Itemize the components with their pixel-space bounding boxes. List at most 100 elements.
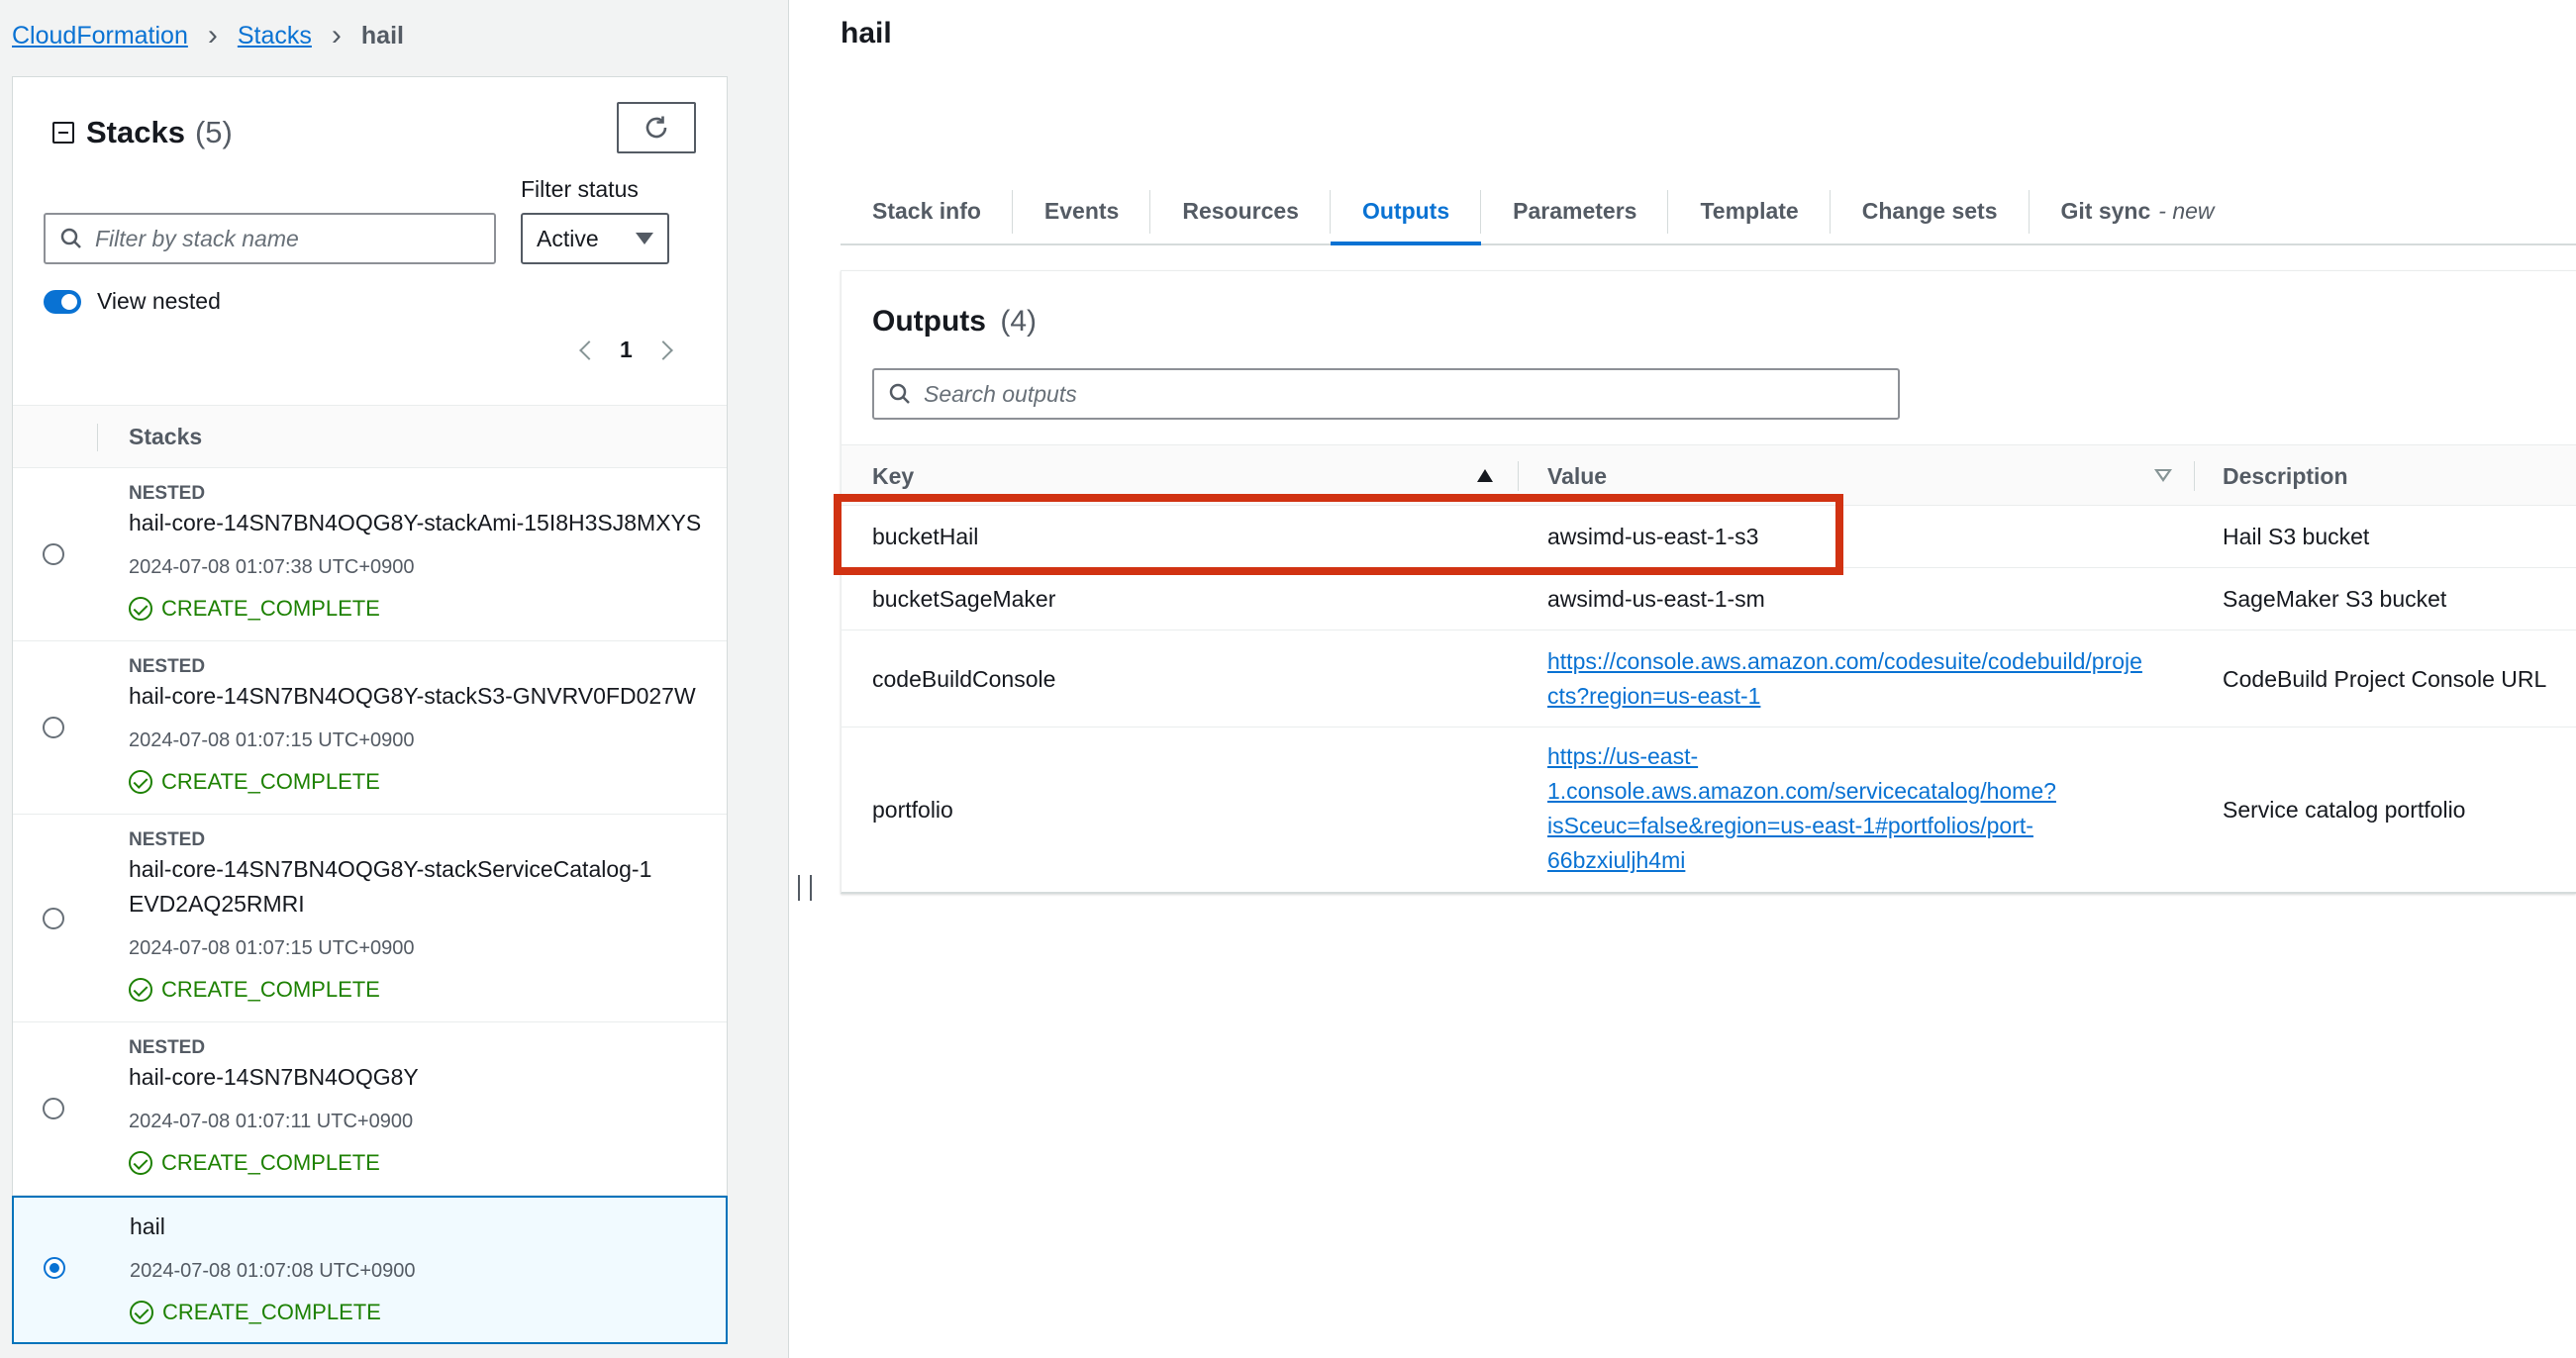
- stack-status: CREATE_COMPLETE: [129, 769, 707, 795]
- column-divider[interactable]: [2194, 461, 2195, 491]
- outputs-search-placeholder: Search outputs: [924, 380, 1077, 407]
- tab-label: Parameters: [1513, 197, 1637, 224]
- collapse-icon[interactable]: [52, 122, 74, 144]
- nested-tag: NESTED: [129, 1037, 206, 1058]
- column-divider[interactable]: [1518, 461, 1519, 491]
- search-icon: [889, 383, 910, 404]
- check-circle-icon: [129, 770, 152, 794]
- stacks-sidebar: CloudFormation › Stacks › hail Stacks (5…: [0, 0, 789, 1358]
- output-link-line[interactable]: isSceuc=false&region=us-east-1#portfolio…: [1547, 809, 2166, 843]
- nested-tag: NESTED: [129, 829, 206, 850]
- stack-name[interactable]: hail-core-14SN7BN4OQG8Y-stackS3-GNVRV0FD…: [129, 679, 707, 714]
- filter-status-select[interactable]: Active: [521, 213, 669, 264]
- stack-row[interactable]: NESTED hail-core-14SN7BN4OQG8Y-stackAmi-…: [13, 468, 727, 641]
- tab-stack-info[interactable]: Stack info: [841, 178, 1013, 243]
- stack-radio[interactable]: [43, 717, 64, 738]
- output-link-line[interactable]: cts?region=us-east-1: [1547, 679, 2166, 714]
- tab-events[interactable]: Events: [1013, 178, 1151, 243]
- stack-radio[interactable]: [43, 1098, 64, 1119]
- breadcrumb-cloudformation[interactable]: CloudFormation: [12, 22, 188, 50]
- output-link-line[interactable]: https://console.aws.amazon.com/codesuite…: [1547, 644, 2166, 679]
- tab-template[interactable]: Template: [1668, 178, 1832, 243]
- output-description: Service catalog portfolio: [2223, 797, 2466, 823]
- sort-descending-icon[interactable]: [2154, 469, 2172, 482]
- stack-status: CREATE_COMPLETE: [129, 977, 707, 1003]
- outputs-count: (4): [1000, 305, 1037, 338]
- page-number[interactable]: 1: [620, 337, 633, 363]
- check-circle-icon: [129, 1151, 152, 1175]
- resize-handle-icon[interactable]: [798, 875, 812, 901]
- stacks-column-header: Stacks: [129, 424, 203, 449]
- caret-down-icon: [636, 233, 653, 244]
- toggle-switch[interactable]: [44, 289, 81, 314]
- breadcrumb: CloudFormation › Stacks › hail: [12, 18, 404, 53]
- tab-parameters[interactable]: Parameters: [1481, 178, 1669, 243]
- output-value-link[interactable]: https://us-east- 1.console.aws.amazon.co…: [1547, 739, 2166, 878]
- stacks-table-header: Stacks: [13, 405, 727, 468]
- chevron-right-icon: ›: [207, 19, 218, 51]
- stack-created-date: 2024-07-08 01:07:08 UTC+0900: [130, 1260, 416, 1282]
- description-column-header[interactable]: Description: [2223, 463, 2348, 490]
- key-column-header[interactable]: Key: [872, 463, 914, 490]
- output-link-line[interactable]: 66bzxiuljh4mi: [1547, 843, 2166, 878]
- stack-status: CREATE_COMPLETE: [130, 1300, 706, 1325]
- stack-name[interactable]: hail-core-14SN7BN4OQG8Y: [129, 1060, 707, 1095]
- stack-radio[interactable]: [43, 908, 64, 929]
- stack-created-date: 2024-07-08 01:07:11 UTC+0900: [129, 1111, 414, 1132]
- stack-status-text: CREATE_COMPLETE: [161, 769, 380, 794]
- outputs-search-input[interactable]: Search outputs: [872, 368, 1900, 420]
- pagination: 1: [579, 337, 673, 363]
- stack-radio[interactable]: [43, 543, 64, 565]
- view-nested-toggle[interactable]: View nested: [44, 288, 221, 315]
- tab-label: Change sets: [1861, 197, 1998, 224]
- stack-row-selected[interactable]: hail 2024-07-08 01:07:08 UTC+0900 CREATE…: [12, 1196, 728, 1344]
- search-icon: [60, 228, 81, 248]
- tab-label: Events: [1043, 197, 1120, 224]
- stack-status-text: CREATE_COMPLETE: [162, 1300, 381, 1324]
- view-nested-label: View nested: [97, 288, 221, 314]
- nested-tag: NESTED: [129, 483, 206, 504]
- stack-row[interactable]: NESTED hail-core-14SN7BN4OQG8Y-stackServ…: [13, 815, 727, 1022]
- stack-name[interactable]: hail-core-14SN7BN4OQG8Y-stackAmi-15I8H3S…: [129, 506, 707, 540]
- output-key: portfolio: [872, 797, 953, 823]
- tab-change-sets[interactable]: Change sets: [1831, 178, 2030, 243]
- breadcrumb-stacks[interactable]: Stacks: [238, 22, 312, 50]
- stack-search-input[interactable]: Filter by stack name: [44, 213, 496, 264]
- stack-row[interactable]: NESTED hail-core-14SN7BN4OQG8Y 2024-07-0…: [13, 1022, 727, 1196]
- output-link-line[interactable]: https://us-east-: [1547, 739, 2166, 774]
- tab-outputs[interactable]: Outputs: [1330, 178, 1482, 245]
- chevron-right-icon: ›: [331, 19, 342, 51]
- tab-git-sync[interactable]: Git sync - new: [2030, 178, 2246, 243]
- stack-name[interactable]: hail: [130, 1210, 706, 1244]
- stack-status-text: CREATE_COMPLETE: [161, 977, 380, 1002]
- chevron-right-icon[interactable]: [652, 340, 673, 360]
- stack-radio-selected[interactable]: [44, 1257, 65, 1279]
- output-value-link[interactable]: https://console.aws.amazon.com/codesuite…: [1547, 644, 2166, 714]
- highlight-annotation-box: [834, 494, 1843, 575]
- output-key: codeBuildConsole: [872, 666, 1056, 692]
- stack-created-date: 2024-07-08 01:07:15 UTC+0900: [129, 729, 415, 751]
- tab-resources[interactable]: Resources: [1150, 178, 1331, 243]
- filter-status-label: Filter status: [521, 176, 639, 202]
- new-badge: - new: [2158, 197, 2215, 224]
- stack-created-date: 2024-07-08 01:07:38 UTC+0900: [129, 556, 415, 578]
- output-description: SageMaker S3 bucket: [2223, 586, 2447, 612]
- breadcrumb-current: hail: [360, 21, 404, 49]
- chevron-left-icon[interactable]: [579, 340, 599, 360]
- sort-ascending-icon[interactable]: [1477, 469, 1493, 482]
- stacks-count: (5): [194, 115, 233, 149]
- stack-status: CREATE_COMPLETE: [129, 596, 707, 622]
- tab-label: Resources: [1182, 197, 1299, 224]
- output-description: Hail S3 bucket: [2223, 524, 2370, 549]
- output-link-line[interactable]: 1.console.aws.amazon.com/servicecatalog/…: [1547, 774, 2166, 809]
- value-column-header[interactable]: Value: [1547, 463, 1607, 490]
- check-circle-icon: [129, 597, 152, 621]
- tab-label: Template: [1700, 197, 1799, 224]
- refresh-icon: [645, 116, 667, 139]
- tab-label: Stack info: [872, 197, 981, 224]
- stack-name[interactable]: hail-core-14SN7BN4OQG8Y-stackServiceCata…: [129, 852, 653, 922]
- refresh-button[interactable]: [617, 102, 696, 153]
- stacks-title-label: Stacks: [86, 115, 185, 149]
- stack-row[interactable]: NESTED hail-core-14SN7BN4OQG8Y-stackS3-G…: [13, 641, 727, 815]
- outputs-title-label: Outputs: [872, 305, 986, 338]
